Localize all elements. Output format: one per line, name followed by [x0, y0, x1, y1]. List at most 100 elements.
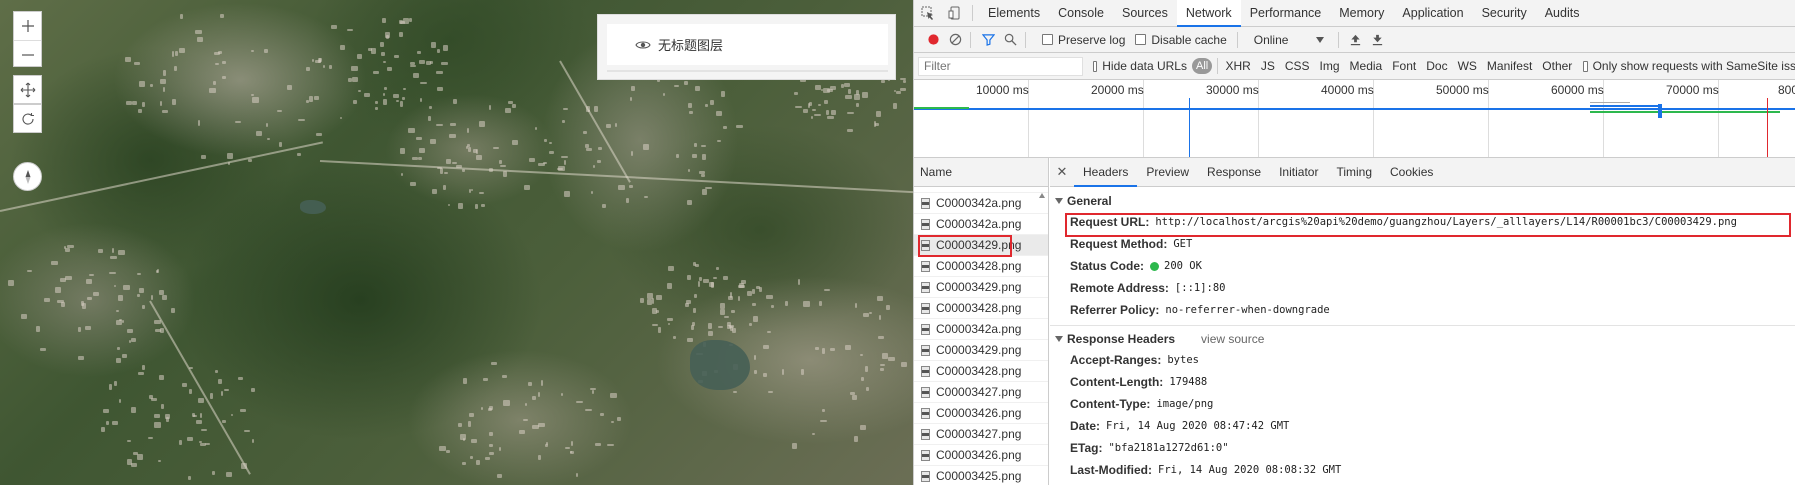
- general-section-header[interactable]: General: [1050, 190, 1795, 211]
- building: [57, 299, 64, 303]
- building: [330, 25, 338, 29]
- tab-memory[interactable]: Memory: [1330, 0, 1393, 26]
- filter-type-img[interactable]: Img: [1315, 59, 1345, 73]
- building: [570, 441, 574, 446]
- building: [279, 142, 283, 148]
- tab-performance[interactable]: Performance: [1241, 0, 1331, 26]
- request-row[interactable]: C00003429.png: [914, 340, 1048, 361]
- samesite-checkbox[interactable]: [1583, 60, 1588, 72]
- header-key: Accept-Ranges:: [1070, 353, 1162, 367]
- tab-application[interactable]: Application: [1393, 0, 1472, 26]
- tab-audits[interactable]: Audits: [1536, 0, 1589, 26]
- building: [163, 87, 166, 93]
- timeline-tick-label: 50000 ms: [1436, 83, 1489, 97]
- building: [193, 414, 197, 418]
- filter-type-css[interactable]: CSS: [1280, 59, 1315, 73]
- filter-type-media[interactable]: Media: [1345, 59, 1388, 73]
- building: [802, 109, 809, 114]
- request-row[interactable]: C0000342a.png: [914, 319, 1048, 340]
- request-row[interactable]: C00003426.png: [914, 403, 1048, 424]
- inspect-element-button[interactable]: [914, 0, 941, 26]
- zoom-out-button[interactable]: [14, 40, 41, 68]
- timeline-tick-label: 20000 ms: [1091, 83, 1144, 97]
- filter-input[interactable]: [918, 56, 1083, 76]
- zoom-in-button[interactable]: [14, 12, 41, 40]
- request-row[interactable]: C00003427.png: [914, 424, 1048, 445]
- hide-data-urls-label: Hide data URLs: [1102, 59, 1187, 73]
- rotate-button[interactable]: [13, 104, 42, 133]
- filter-type-ws[interactable]: WS: [1453, 59, 1482, 73]
- filter-type-doc[interactable]: Doc: [1421, 59, 1452, 73]
- view-source-link[interactable]: view source: [1201, 332, 1264, 346]
- eye-icon[interactable]: [635, 39, 651, 51]
- request-row[interactable]: C0000342a.png: [914, 214, 1048, 235]
- request-row[interactable]: C00003426.png: [914, 445, 1048, 466]
- scroll-up-arrow[interactable]: [1039, 193, 1045, 198]
- request-row[interactable]: C00003428.png: [914, 256, 1048, 277]
- header-remote-address: Remote Address: [::1]:80: [1050, 277, 1795, 299]
- tab-preview[interactable]: Preview: [1137, 158, 1198, 187]
- close-detail-button[interactable]: ✕: [1050, 164, 1074, 180]
- name-column-header[interactable]: Name: [914, 158, 1048, 187]
- record-button[interactable]: [922, 29, 944, 51]
- throttling-select[interactable]: Online: [1254, 33, 1324, 47]
- disable-cache-checkbox[interactable]: [1135, 34, 1147, 45]
- tab-cookies[interactable]: Cookies: [1381, 158, 1442, 187]
- building: [452, 99, 457, 104]
- layer-item[interactable]: 无标题图层: [607, 24, 888, 65]
- filter-type-manifest[interactable]: Manifest: [1482, 59, 1537, 73]
- response-headers-section-header[interactable]: Response Headers view source: [1050, 328, 1795, 349]
- search-button[interactable]: [999, 29, 1021, 51]
- tab-security[interactable]: Security: [1473, 0, 1536, 26]
- filter-type-other[interactable]: Other: [1537, 59, 1577, 73]
- filter-toggle-button[interactable]: [977, 29, 999, 51]
- export-har-button[interactable]: [1367, 29, 1389, 51]
- filter-type-xhr[interactable]: XHR: [1220, 59, 1255, 73]
- satellite-map[interactable]: 无标题图层: [0, 0, 913, 485]
- tab-network[interactable]: Network: [1176, 0, 1241, 27]
- tab-elements[interactable]: Elements: [979, 0, 1049, 26]
- device-toolbar-button[interactable]: [941, 0, 968, 26]
- request-row[interactable]: C00003428.png: [914, 298, 1048, 319]
- tab-console[interactable]: Console: [1049, 0, 1113, 26]
- tab-timing[interactable]: Timing: [1327, 158, 1381, 187]
- tab-response[interactable]: Response: [1198, 158, 1270, 187]
- import-har-button[interactable]: [1345, 29, 1367, 51]
- building: [888, 357, 896, 362]
- request-row[interactable]: C00003425.png: [914, 466, 1048, 485]
- request-row[interactable]: C00003429.png: [914, 277, 1048, 298]
- load-event-marker: [1767, 98, 1768, 157]
- preserve-log-checkbox[interactable]: [1042, 34, 1053, 45]
- building: [420, 81, 428, 84]
- filter-type-font[interactable]: Font: [1387, 59, 1421, 73]
- request-detail-panel: ✕ Headers Preview Response Initiator Tim…: [1050, 158, 1795, 485]
- building: [597, 160, 601, 163]
- compass-button[interactable]: [13, 162, 42, 191]
- building: [631, 151, 634, 157]
- building: [419, 60, 425, 64]
- pan-button[interactable]: [13, 75, 42, 104]
- building: [197, 119, 201, 126]
- building: [20, 313, 27, 320]
- tab-sources[interactable]: Sources: [1113, 0, 1177, 26]
- building: [132, 451, 138, 455]
- building: [507, 101, 514, 104]
- building: [893, 103, 897, 109]
- building: [118, 295, 123, 301]
- building: [409, 65, 416, 68]
- clear-button[interactable]: [944, 29, 966, 51]
- building: [719, 302, 726, 309]
- request-row[interactable]: C0000342a.png: [914, 193, 1048, 214]
- filter-type-js[interactable]: JS: [1256, 59, 1280, 73]
- tab-headers[interactable]: Headers: [1074, 158, 1138, 187]
- request-row[interactable]: C00003427.png: [914, 382, 1048, 403]
- building: [500, 164, 507, 168]
- header-value: image/png: [1156, 398, 1214, 410]
- tab-initiator[interactable]: Initiator: [1270, 158, 1327, 187]
- image-file-icon: [921, 260, 930, 272]
- filter-type-all[interactable]: All: [1191, 58, 1213, 74]
- request-row[interactable]: C00003428.png: [914, 361, 1048, 382]
- hide-data-urls-checkbox[interactable]: [1093, 60, 1098, 72]
- building: [88, 273, 95, 276]
- network-overview-timeline[interactable]: 10000 ms 20000 ms 30000 ms 40000 ms 5000…: [914, 80, 1795, 158]
